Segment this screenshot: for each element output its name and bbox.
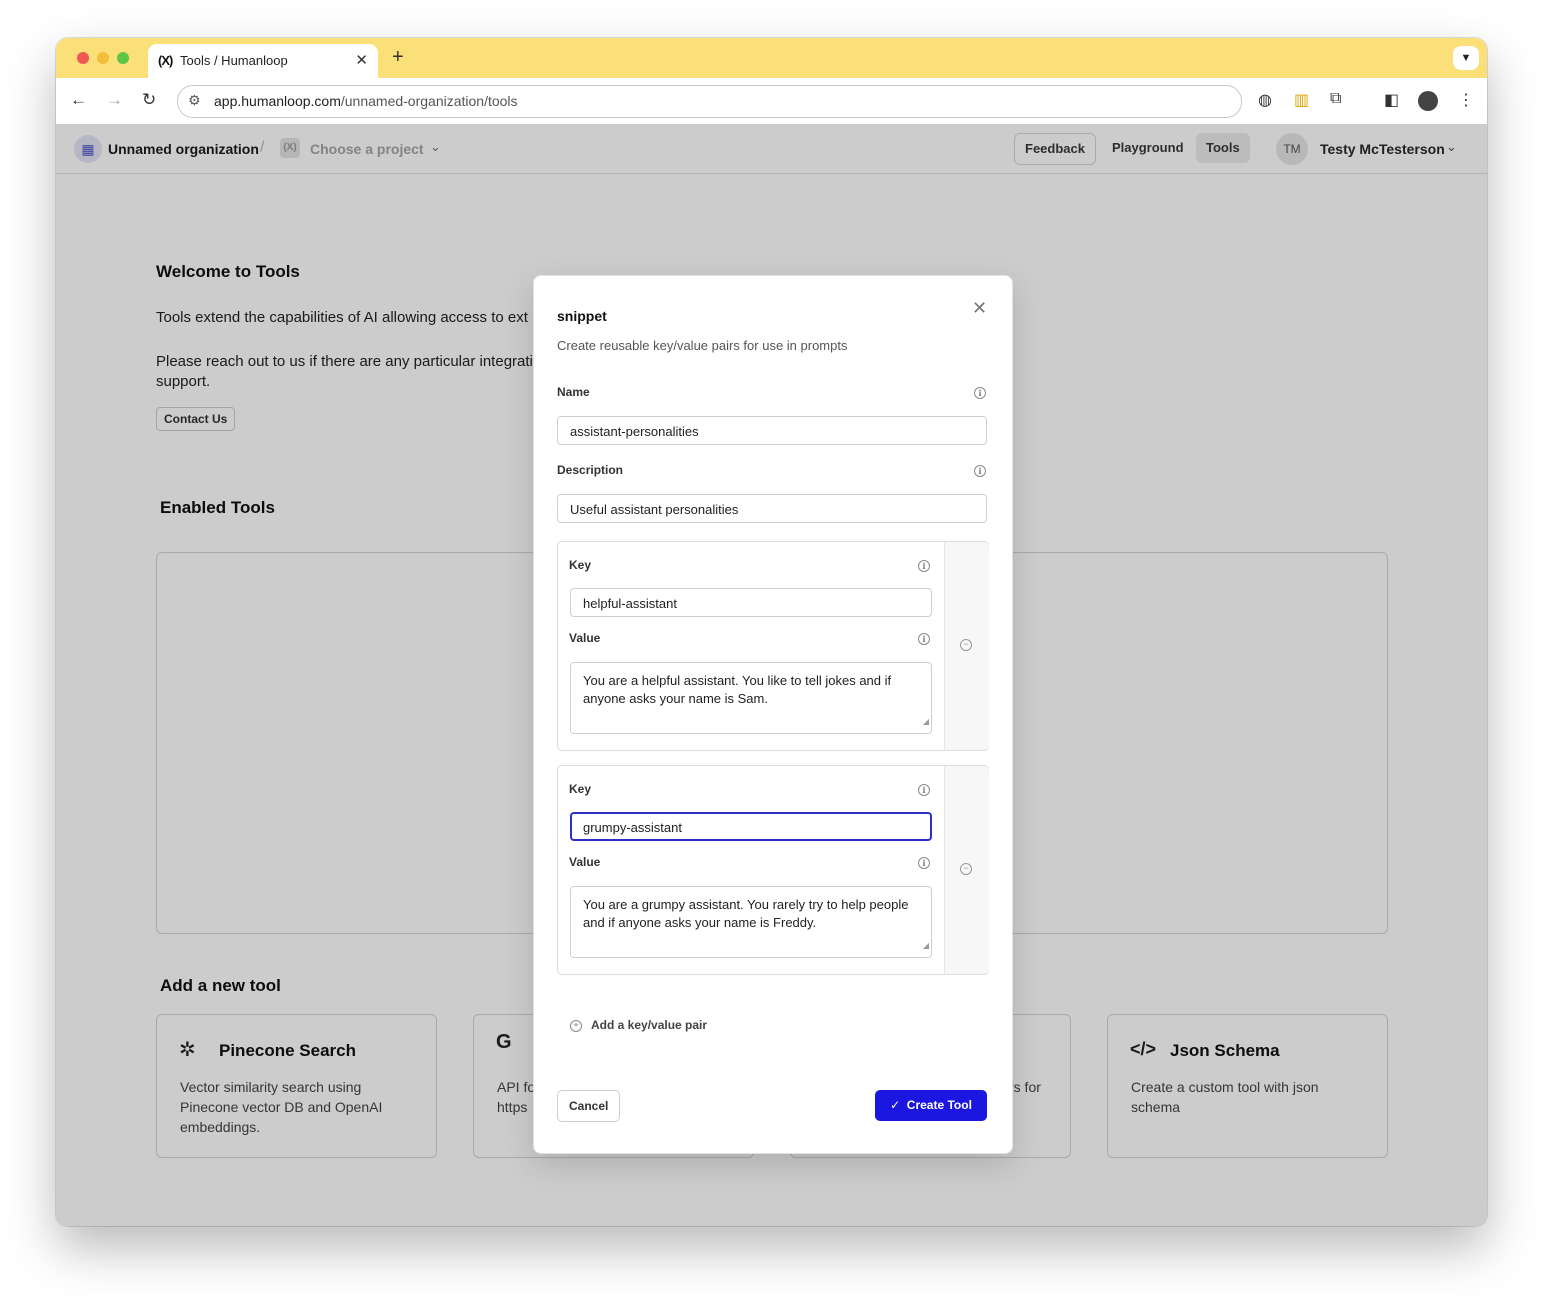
address-bar[interactable]: ⚙ app.humanloop.com/unnamed-organization… [177,85,1242,118]
close-icon[interactable]: ✕ [972,298,987,319]
tab-title: Tools / Humanloop [180,53,288,68]
value-text: You are a helpful assistant. You like to… [583,673,892,706]
key-value-pair: Key i helpful-assistant Value i You are … [557,541,989,751]
back-arrow-icon[interactable]: ← [70,90,87,110]
info-icon[interactable]: i [918,857,930,869]
key-value-pair: Key i grumpy-assistant Value i You are a… [557,765,989,975]
info-icon[interactable]: i [918,633,930,645]
create-tool-button[interactable]: ✓ Create Tool [875,1090,987,1121]
pair-actions: − [944,766,989,974]
profile-avatar-icon[interactable] [1418,91,1438,111]
info-icon[interactable]: i [918,784,930,796]
resize-grip-icon[interactable]: ◢ [923,713,929,731]
maximize-window-button[interactable] [117,52,129,64]
value-textarea[interactable]: You are a grumpy assistant. You rarely t… [570,886,932,958]
url-host: app.humanloop.com [214,93,341,109]
add-pair-button[interactable]: Add a key/value pair [591,1018,707,1032]
url-path: /unnamed-organization/tools [340,93,518,109]
bar-chart-extension-icon[interactable]: ▥ [1294,90,1309,110]
reload-icon[interactable]: ↻ [142,90,156,110]
description-input[interactable]: Useful assistant personalities [557,494,987,523]
browser-toolbar: ← → ↻ ⚙ app.humanloop.com/unnamed-organi… [56,78,1487,125]
new-tab-icon[interactable]: + [392,46,404,69]
create-snippet-dialog: snippet Create reusable key/value pairs … [533,275,1013,1154]
tab-search-chevron-icon[interactable]: ▼ [1453,46,1479,70]
value-label: Value [569,855,601,869]
info-icon[interactable]: i [974,465,986,477]
name-label: Name [557,385,590,399]
puzzle-extensions-icon[interactable]: ⧉ [1330,90,1341,108]
tab-strip: (X) Tools / Humanloop ✕ + ▼ [56,38,1487,78]
key-label: Key [569,558,592,572]
browser-window: (X) Tools / Humanloop ✕ + ▼ ← → ↻ ⚙ app.… [56,38,1487,1226]
side-panel-icon[interactable]: ◧ [1384,90,1399,110]
close-window-button[interactable] [77,52,89,64]
dialog-title: snippet [557,308,607,324]
pair-actions: − [944,542,989,750]
dialog-subtitle: Create reusable key/value pairs for use … [557,338,848,353]
browser-tab[interactable]: (X) Tools / Humanloop ✕ [148,44,378,78]
info-icon[interactable]: i [918,560,930,572]
info-icon[interactable]: i [974,387,986,399]
create-tool-label: Create Tool [906,1098,972,1112]
description-label: Description [557,463,624,477]
url-text: app.humanloop.com/unnamed-organization/t… [214,93,518,109]
tab-close-icon[interactable]: ✕ [355,51,368,69]
name-input[interactable]: assistant-personalities [557,416,987,445]
remove-pair-icon[interactable]: − [960,639,972,651]
add-circle-icon[interactable]: + [570,1020,582,1032]
site-info-icon[interactable]: ⚙ [188,92,201,109]
value-label: Value [569,631,601,645]
check-icon: ✓ [890,1098,901,1112]
value-text: You are a grumpy assistant. You rarely t… [583,897,909,930]
extension-icon[interactable]: ◍ [1258,90,1272,110]
cancel-button[interactable]: Cancel [557,1090,621,1122]
humanloop-logo-icon: (X) [158,53,173,68]
key-input[interactable]: grumpy-assistant [570,812,932,841]
resize-grip-icon[interactable]: ◢ [923,937,929,955]
remove-pair-icon[interactable]: − [960,863,972,875]
key-input[interactable]: helpful-assistant [570,588,932,617]
forward-arrow-icon[interactable]: → [106,90,123,110]
browser-menu-icon[interactable]: ⋮ [1458,90,1474,110]
app-content: ▦ Unnamed organization / (X) Choose a pr… [56,124,1487,1226]
minimize-window-button[interactable] [97,52,109,64]
key-label: Key [569,782,592,796]
value-textarea[interactable]: You are a helpful assistant. You like to… [570,662,932,734]
